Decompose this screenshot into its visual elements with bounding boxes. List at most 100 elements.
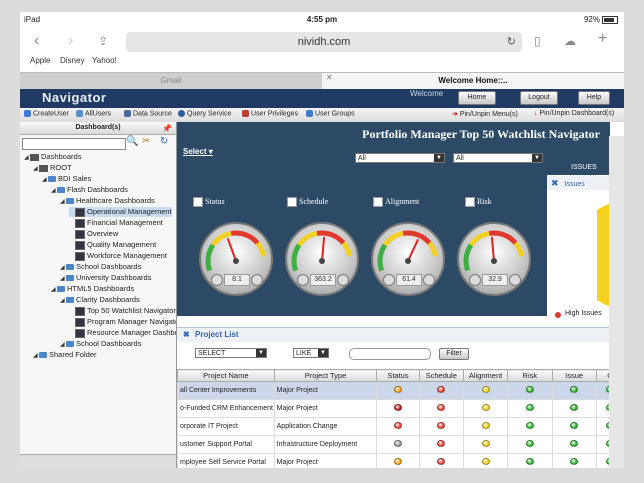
- pin-menus-button[interactable]: ➔ Pin/Unpin Menu(s): [452, 110, 518, 118]
- tree-node[interactable]: ◢ ROOT: [33, 163, 72, 174]
- help-button[interactable]: Help: [578, 91, 610, 105]
- project-name-cell[interactable]: o-Funded CRM Enhancement: [177, 399, 275, 418]
- tab-strip: Gmail Welcome Home::.. ✕: [20, 72, 624, 90]
- tree-node[interactable]: Overview: [69, 229, 118, 239]
- column-header[interactable]: Project Name: [177, 369, 275, 382]
- tree-node[interactable]: Top 50 Watchlist Navigator: [69, 306, 176, 316]
- collapse-icon[interactable]: ✖: [183, 330, 190, 339]
- schedule-checkbox[interactable]: [287, 197, 297, 207]
- column-header[interactable]: Project Type: [273, 369, 378, 382]
- operator-select[interactable]: LIKE ▼: [293, 348, 329, 358]
- tree-node[interactable]: ◢ Clarity Dashboards: [60, 295, 140, 306]
- all-users-button[interactable]: AllUsers: [76, 110, 111, 117]
- dashboard-icon: [75, 207, 85, 217]
- tree-node-label: Overview: [87, 229, 119, 238]
- pin-panel-icon[interactable]: 📌: [162, 123, 172, 135]
- column-header[interactable]: Status: [376, 369, 420, 382]
- tree-node[interactable]: ◢ Dashboards: [24, 152, 81, 163]
- home-button[interactable]: Home: [458, 91, 496, 105]
- select-dropdown[interactable]: Select ▾: [183, 147, 213, 156]
- dashboard-icon: [75, 251, 85, 261]
- filter-select-2[interactable]: All ▼: [453, 153, 543, 163]
- indicator-cell: [551, 453, 597, 468]
- refresh-icon[interactable]: ↻: [160, 136, 168, 147]
- column-header[interactable]: Schedule: [418, 369, 464, 382]
- logout-button[interactable]: Logout: [520, 91, 558, 105]
- tab-gmail[interactable]: Gmail: [20, 73, 322, 89]
- tree-node[interactable]: ◢ BDI Sales: [42, 174, 91, 185]
- alignment-checkbox[interactable]: [373, 197, 383, 207]
- query-service-button[interactable]: Query Service: [178, 110, 231, 117]
- address-bar[interactable]: nividh.com ↻: [126, 32, 522, 52]
- project-name-cell[interactable]: all Center Improvements: [177, 381, 275, 400]
- vertical-scrollbar[interactable]: [609, 136, 624, 468]
- project-name-cell[interactable]: mployee Self Service Portal: [177, 453, 275, 468]
- tree-node[interactable]: ◢ Healthcare Dashboards: [60, 196, 155, 207]
- project-name-cell[interactable]: ustomer Support Portal: [177, 435, 275, 454]
- issues-tab[interactable]: ✖ Issues: [547, 176, 617, 190]
- kpi-gauge: 8.1: [199, 222, 273, 296]
- cloud-tabs-icon[interactable]: ☁: [564, 34, 576, 48]
- bookmarks-icon[interactable]: ▯: [534, 34, 541, 48]
- status-indicator-icon: [393, 440, 402, 447]
- table-row[interactable]: mployee Self Service Portal Major Project: [177, 453, 624, 468]
- filter-button[interactable]: Filter: [439, 348, 469, 360]
- indicator-cell: [507, 417, 553, 436]
- tab-welcome-home[interactable]: Welcome Home::..: [322, 73, 624, 89]
- tree-node[interactable]: ◢ Flash Dashboards: [51, 185, 128, 196]
- table-row[interactable]: ustomer Support Portal Infrastructure Dep…: [177, 435, 624, 454]
- project-list-header: ✖ Project List: [177, 327, 624, 342]
- privileges-icon: [242, 110, 249, 117]
- indicator-cell: [418, 399, 464, 418]
- filter-value-input[interactable]: [349, 348, 431, 360]
- folder-icon: [66, 264, 74, 271]
- column-header[interactable]: Issue: [551, 369, 597, 382]
- favorite-apple[interactable]: Apple: [30, 56, 50, 65]
- tree-node[interactable]: Resource Manager Dashboard: [69, 328, 176, 338]
- dashboard-icon: [75, 306, 85, 316]
- user-groups-button[interactable]: User Groups: [306, 110, 355, 117]
- search-icon[interactable]: 🔍: [126, 136, 138, 147]
- data-source-button[interactable]: Data Source: [124, 110, 172, 117]
- reload-icon[interactable]: ↻: [507, 32, 516, 52]
- create-user-button[interactable]: CreateUser: [24, 110, 69, 117]
- tree-node[interactable]: Financial Management: [69, 218, 163, 228]
- share-icon[interactable]: ⇪: [98, 34, 108, 48]
- tree-node[interactable]: Program Manager Navigator: [69, 317, 176, 327]
- table-row[interactable]: o-Funded CRM Enhancement Major Project: [177, 399, 624, 418]
- status-checkbox[interactable]: [193, 197, 203, 207]
- folder-icon: [48, 176, 56, 183]
- tree-node[interactable]: ◢ Shared Folder: [33, 350, 97, 361]
- tree-node[interactable]: Workforce Management: [69, 251, 167, 261]
- gauge-value: 61.4: [396, 274, 422, 286]
- new-tab-icon[interactable]: +: [598, 30, 607, 48]
- forward-icon[interactable]: ›: [68, 32, 73, 50]
- schedule-checkbox-label: Schedule: [299, 197, 329, 206]
- favorite-yahoo[interactable]: Yahoo!: [92, 56, 117, 65]
- table-row[interactable]: orporate IT Project Application Change: [177, 417, 624, 436]
- status-indicator-icon: [525, 404, 534, 411]
- risk-checkbox[interactable]: [465, 197, 475, 207]
- tree-node[interactable]: Quality Management: [69, 240, 156, 250]
- column-select[interactable]: SELECT ▼: [195, 348, 267, 358]
- pin-dashboards-button[interactable]: ↓ Pin/Unpin Dashboard(s): [534, 110, 614, 117]
- favorite-disney[interactable]: Disney: [60, 56, 84, 65]
- table-row[interactable]: all Center Improvements Major Project: [177, 381, 624, 400]
- filter-select-1[interactable]: All ▼: [355, 153, 445, 163]
- status-indicator-icon: [525, 386, 534, 393]
- clear-icon[interactable]: ✂: [142, 136, 150, 147]
- column-header[interactable]: Alignment: [462, 369, 509, 382]
- close-tab-icon[interactable]: ✕: [326, 73, 333, 82]
- tree-node[interactable]: ◢ School Dashboards: [60, 262, 141, 273]
- tree-node[interactable]: ◢ HTML5 Dashboards: [51, 284, 134, 295]
- back-icon[interactable]: ‹: [34, 32, 39, 50]
- column-header[interactable]: Risk: [507, 369, 553, 382]
- user-privileges-button[interactable]: User Privileges: [242, 110, 298, 117]
- tree-search-input[interactable]: [22, 138, 126, 150]
- tree-node[interactable]: Operational Management: [69, 207, 172, 217]
- project-name-cell[interactable]: orporate IT Project: [177, 417, 275, 436]
- tree-node[interactable]: ◢ School Dashboards: [60, 339, 141, 350]
- database-icon: [124, 110, 131, 117]
- status-indicator-icon: [437, 440, 446, 447]
- tree-node[interactable]: ◢ University Dashboards: [60, 273, 151, 284]
